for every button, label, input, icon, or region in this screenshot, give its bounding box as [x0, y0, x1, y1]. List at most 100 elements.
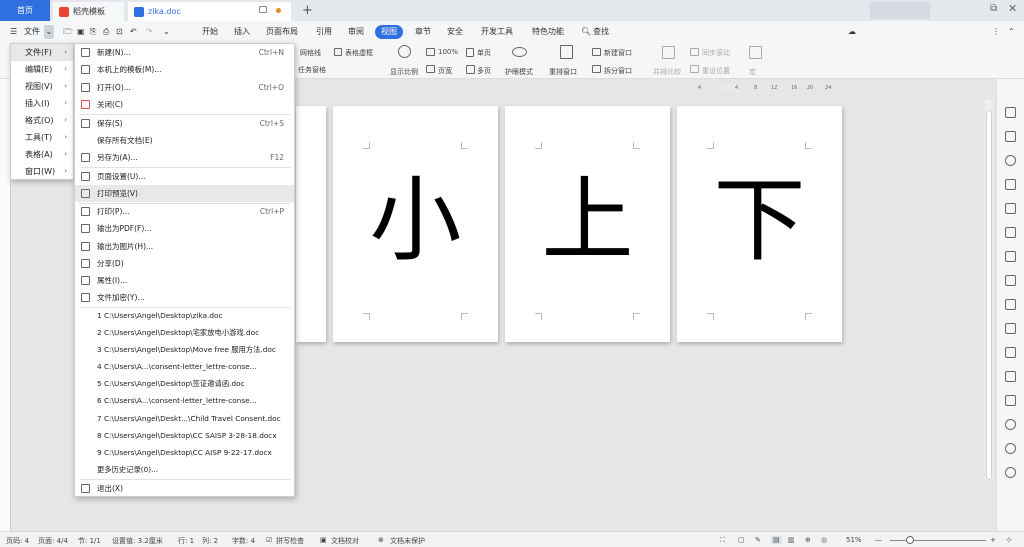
menu-page-setup[interactable]: 页面设置(U)... — [75, 168, 294, 185]
status-row[interactable]: 行: 1 — [178, 536, 194, 546]
page-width-button[interactable]: 页宽 — [438, 66, 452, 76]
split-window-button[interactable]: 拆分窗口 — [604, 66, 632, 76]
document-page[interactable]: 小 — [333, 106, 498, 342]
status-col[interactable]: 列: 2 — [202, 536, 218, 546]
status-pages[interactable]: 页面: 4/4 — [38, 536, 68, 546]
fullscreen-icon[interactable]: ⛶ — [720, 536, 725, 545]
recent-file-item[interactable]: 7 C:\Users\Angel\Deskt...\Child Travel C… — [97, 410, 281, 427]
tab-developer[interactable]: 开发工具 — [481, 25, 513, 39]
reset-position-button[interactable]: 重设位置 — [702, 66, 730, 76]
menu-print[interactable]: 打印(P)... Ctrl+P — [75, 203, 294, 220]
menu-save-all[interactable]: 保存所有文档(E) — [75, 132, 294, 149]
chart-icon[interactable] — [1005, 251, 1016, 262]
collapse-ribbon-icon[interactable]: ⌃ — [1008, 25, 1015, 39]
document-page[interactable]: 上 — [505, 106, 670, 342]
tab-review[interactable]: 审阅 — [348, 25, 364, 39]
multi-page-button[interactable]: 多页 — [477, 66, 491, 76]
side-by-side-button[interactable]: 并排比较 — [653, 67, 681, 77]
table-border-checkbox[interactable] — [334, 48, 342, 56]
history-icon[interactable] — [1005, 443, 1016, 454]
pen-tool-icon[interactable] — [1005, 107, 1016, 118]
recent-file-item[interactable]: 1 C:\Users\Angel\Desktop\zika.doc — [97, 307, 223, 324]
menu-close[interactable]: 关闭(C) — [75, 96, 294, 113]
shape-icon[interactable] — [1005, 179, 1016, 190]
menu-save-as[interactable]: 另存为(A)... F12 — [75, 149, 294, 166]
open-toolbar-icon[interactable]: 🗁 — [63, 25, 73, 39]
preview-toolbar-icon[interactable]: ⊡ — [116, 25, 123, 39]
zoom-level[interactable]: 51% — [846, 536, 862, 544]
document-page[interactable]: 下 — [677, 106, 842, 342]
hamburger-icon[interactable]: ☰ — [10, 25, 17, 39]
layout-icon[interactable] — [1005, 371, 1016, 382]
menu-save[interactable]: 保存(S) Ctrl+S — [75, 115, 294, 132]
status-setting[interactable]: 设置值: 3.2厘米 — [112, 536, 163, 546]
list-icon[interactable] — [1005, 275, 1016, 286]
page-view-icon[interactable]: ▤ — [771, 536, 782, 544]
zoom-in-icon[interactable]: + — [990, 536, 996, 544]
menu-tools[interactable]: 工具(T) › — [11, 129, 73, 146]
protect-status[interactable]: 文档未保护 — [390, 536, 425, 546]
monitor-icon[interactable] — [259, 6, 267, 13]
tab-view[interactable]: 视图 — [375, 25, 403, 39]
doc-tools-icon[interactable] — [1005, 299, 1016, 310]
menu-export-image[interactable]: 输出为图片(H)... — [75, 238, 294, 255]
export-toolbar-icon[interactable]: ⎘ — [90, 25, 96, 39]
tab-document[interactable]: zika.doc — [128, 2, 291, 21]
help-icon[interactable] — [1005, 467, 1016, 478]
zoom-slider[interactable] — [890, 540, 986, 541]
tab-special[interactable]: 特色功能 — [532, 25, 564, 39]
share-icon[interactable] — [1005, 323, 1016, 334]
save-toolbar-icon[interactable]: ▣ — [77, 25, 85, 39]
page-partial[interactable] — [296, 106, 326, 342]
eye-mode-button[interactable]: 护眼模式 — [505, 67, 533, 77]
unsaved-dot-icon[interactable] — [276, 8, 281, 13]
status-page[interactable]: 页码: 4 — [6, 536, 29, 546]
write-mode-icon[interactable]: ✎ — [755, 536, 761, 544]
tab-start[interactable]: 开始 — [202, 25, 218, 39]
cloud-icon[interactable]: ☁ — [848, 25, 856, 39]
menu-share[interactable]: 分享(D) — [75, 255, 294, 272]
menu-encrypt[interactable]: 文件加密(Y)... — [75, 289, 294, 306]
redo-icon[interactable]: ↷ — [146, 25, 153, 39]
tab-chapter[interactable]: 章节 — [415, 25, 431, 39]
file-menu-button[interactable]: 文件 — [24, 25, 40, 39]
recent-file-item[interactable]: 8 C:\Users\Angel\Desktop\CC SAISP 3-28-1… — [97, 427, 277, 444]
zoom-out-icon[interactable]: — — [875, 536, 882, 544]
sync-scroll-button[interactable]: 同步滚动 — [702, 48, 730, 58]
translate-icon[interactable] — [1005, 347, 1016, 358]
spellcheck-icon[interactable]: ☑ — [266, 536, 272, 544]
scrollbar-thumb[interactable] — [986, 110, 992, 480]
backup-icon[interactable] — [1005, 419, 1016, 430]
fit-window-icon[interactable]: ⊹ — [1006, 536, 1012, 544]
recent-file-item[interactable]: 4 C:\Users\A...\consent-letter_lettre-co… — [97, 358, 257, 375]
more-history-item[interactable]: 更多历史记录(0)... — [97, 461, 158, 478]
style-icon[interactable] — [1005, 203, 1016, 214]
eye-mode-status-icon[interactable]: ◎ — [821, 536, 827, 544]
tab-page-layout[interactable]: 页面布局 — [266, 25, 298, 39]
recent-file-item[interactable]: 9 C:\Users\Angel\Desktop\CC AISP 9-22-17… — [97, 444, 272, 461]
image-icon[interactable] — [1005, 395, 1016, 406]
zoom-100-button[interactable]: 100% — [438, 48, 458, 56]
menu-new[interactable]: 新建(N)... Ctrl+N — [75, 44, 294, 61]
show-ratio-button[interactable]: 显示比例 — [390, 67, 418, 77]
select-tool-icon[interactable] — [1005, 131, 1016, 142]
tab-security[interactable]: 安全 — [447, 25, 463, 39]
menu-export-pdf[interactable]: 输出为PDF(F)... — [75, 220, 294, 237]
undo-icon[interactable]: ↶ — [130, 25, 137, 39]
single-page-button[interactable]: 单页 — [477, 48, 491, 58]
tab-references[interactable]: 引用 — [316, 25, 332, 39]
zoom-slider-handle[interactable] — [906, 536, 914, 544]
menu-open[interactable]: 打开(O)... Ctrl+O — [75, 79, 294, 96]
gridline-checkbox-label[interactable]: 网格线 — [300, 48, 321, 58]
quick-access-more-icon[interactable]: ⌄ — [163, 25, 170, 39]
menu-window[interactable]: 窗口(W) › — [11, 163, 73, 180]
read-mode-icon[interactable]: ▢ — [738, 536, 745, 544]
menu-insert[interactable]: 插入(I) › — [11, 95, 73, 112]
grid-apps-icon[interactable] — [1005, 227, 1016, 238]
status-section[interactable]: 节: 1/1 — [78, 536, 101, 546]
menu-format[interactable]: 格式(O) › — [11, 112, 73, 129]
menu-file[interactable]: 文件(F) › — [11, 44, 73, 61]
menu-edit[interactable]: 编辑(E) › — [11, 61, 73, 78]
file-dropdown-icon[interactable]: ⌄ — [44, 25, 54, 39]
menu-table[interactable]: 表格(A) › — [11, 146, 73, 163]
